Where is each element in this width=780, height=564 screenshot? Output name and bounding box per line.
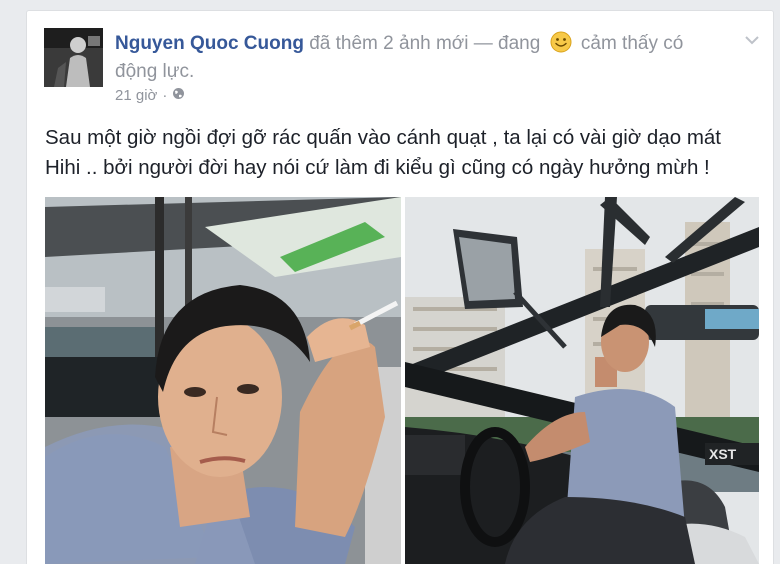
chevron-down-icon[interactable]	[743, 31, 761, 49]
avatar[interactable]	[44, 28, 103, 87]
globe-icon[interactable]	[172, 87, 185, 104]
svg-text:XST: XST	[709, 446, 737, 462]
post-text-line-1: Sau một giờ ngồi đợi gỡ rác quấn vào cán…	[45, 126, 721, 149]
post-meta: 21 giờ ·	[115, 87, 185, 104]
post-header: Nguyen Quoc Cuong đã thêm 2 ảnh mới — đa…	[115, 30, 715, 86]
selfie-on-boat-photo[interactable]	[45, 197, 401, 564]
action-text: đã thêm 2 ảnh mới — đang	[309, 33, 541, 54]
meta-separator: ·	[162, 87, 168, 104]
driving-boat-photo[interactable]: XST	[405, 197, 759, 564]
timestamp[interactable]: 21 giờ	[115, 87, 157, 104]
post-text: Sau một giờ ngồi đợi gỡ rác quấn vào cán…	[45, 123, 760, 183]
post-card: Nguyen Quoc Cuong đã thêm 2 ảnh mới — đa…	[26, 10, 774, 564]
author-name[interactable]: Nguyen Quoc Cuong	[115, 33, 304, 54]
smiley-icon	[550, 31, 572, 53]
post-text-line-2: Hihi .. bởi người đời hay nói cứ làm đi …	[45, 156, 710, 179]
